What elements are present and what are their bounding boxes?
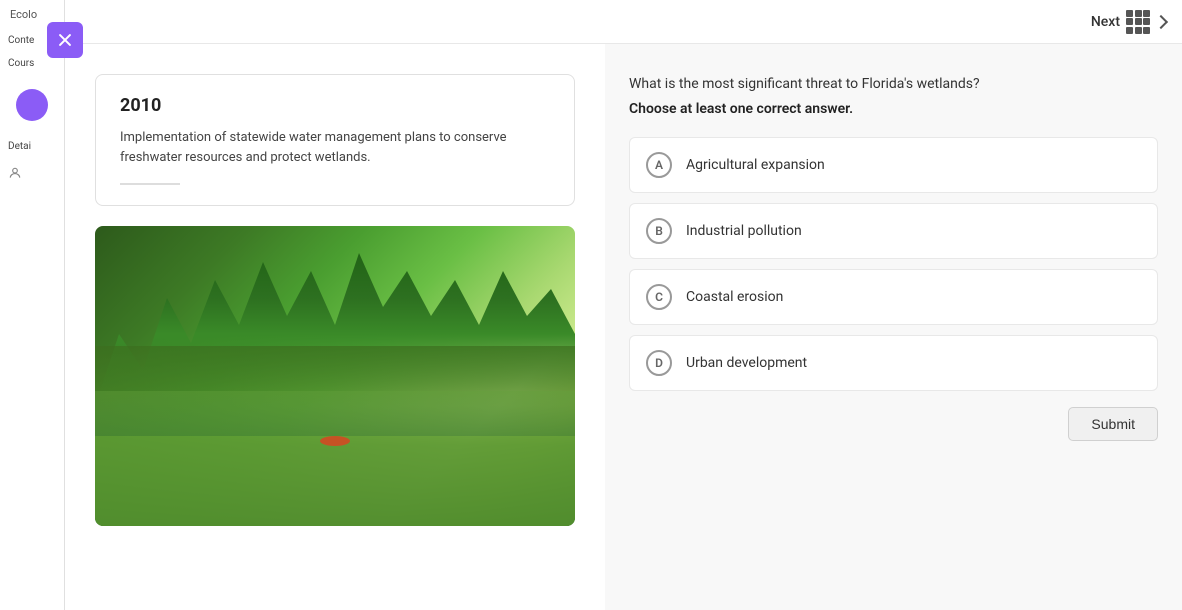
close-button[interactable] xyxy=(47,22,83,58)
option-a-label: Agricultural expansion xyxy=(686,157,825,173)
option-d-circle: D xyxy=(646,350,672,376)
kayak xyxy=(320,436,350,446)
submit-area: Submit xyxy=(629,407,1158,441)
wetlands-photo xyxy=(95,226,575,526)
option-b-circle: B xyxy=(646,218,672,244)
option-c-circle: C xyxy=(646,284,672,310)
year-divider xyxy=(120,183,180,185)
sidebar-user xyxy=(0,158,64,188)
next-button-area[interactable]: Next xyxy=(1091,10,1166,34)
left-column: 2010 Implementation of statewide water m… xyxy=(65,44,605,610)
right-column: What is the most significant threat to F… xyxy=(605,44,1182,610)
grid-icon xyxy=(1126,10,1150,34)
top-bar: Next xyxy=(65,0,1182,44)
submit-button[interactable]: Submit xyxy=(1068,407,1158,441)
option-c[interactable]: C Coastal erosion xyxy=(629,269,1158,325)
option-b[interactable]: B Industrial pollution xyxy=(629,203,1158,259)
user-icon xyxy=(8,166,22,180)
question-text: What is the most significant threat to F… xyxy=(629,74,1158,95)
modal-overlay: Next 2010 Implementation of statewide wa… xyxy=(65,0,1182,610)
content-area: 2010 Implementation of statewide water m… xyxy=(65,44,1182,610)
avatar xyxy=(16,89,48,121)
option-d[interactable]: D Urban development xyxy=(629,335,1158,391)
sidebar: Ecolo Conte Cours Detai xyxy=(0,0,65,610)
option-a-circle: A xyxy=(646,152,672,178)
chevron-right-icon xyxy=(1154,14,1168,28)
question-instruction: Choose at least one correct answer. xyxy=(629,101,1158,117)
option-b-label: Industrial pollution xyxy=(686,223,802,239)
option-c-label: Coastal erosion xyxy=(686,289,783,305)
year-description: Implementation of statewide water manage… xyxy=(120,128,550,167)
sidebar-item-details[interactable]: Detai xyxy=(0,135,64,158)
option-a[interactable]: A Agricultural expansion xyxy=(629,137,1158,193)
next-label: Next xyxy=(1091,14,1120,30)
sidebar-avatar-area xyxy=(0,81,64,129)
year-title: 2010 xyxy=(120,95,550,116)
algae-layer xyxy=(95,436,575,526)
option-d-label: Urban development xyxy=(686,355,807,371)
year-card: 2010 Implementation of statewide water m… xyxy=(95,74,575,206)
